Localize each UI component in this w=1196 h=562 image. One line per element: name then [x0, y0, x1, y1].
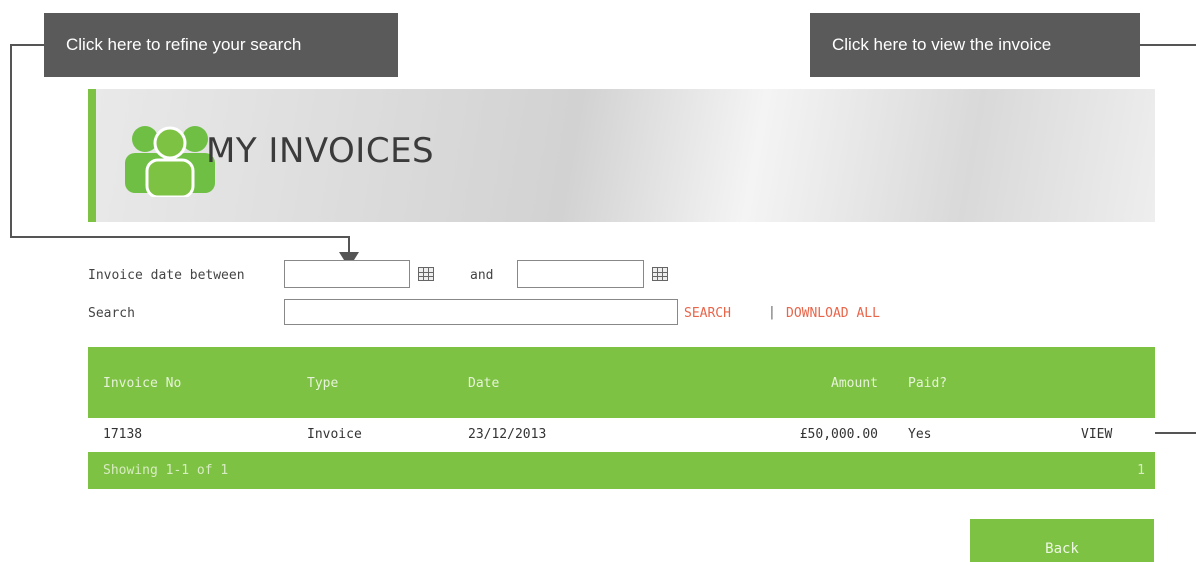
- invoice-table-header: Invoice No Type Date Amount Paid?: [88, 347, 1155, 418]
- column-header-amount[interactable]: Amount: [831, 376, 878, 391]
- date-to-input[interactable]: [517, 260, 644, 288]
- paid-cell: Yes: [908, 427, 932, 442]
- invoice-date-label: Invoice date between: [88, 268, 245, 283]
- page-number[interactable]: 1: [1137, 463, 1145, 478]
- connector-right-top: [1140, 44, 1196, 46]
- back-button[interactable]: Back: [970, 519, 1154, 562]
- column-header-date[interactable]: Date: [468, 376, 499, 391]
- column-header-paid[interactable]: Paid?: [908, 376, 947, 391]
- callout-view-invoice-text: Click here to view the invoice: [832, 35, 1052, 54]
- connector-left-vertical: [10, 44, 12, 238]
- showing-count: Showing 1-1 of 1: [103, 463, 229, 478]
- view-invoice-link[interactable]: VIEW: [1081, 427, 1112, 442]
- table-footer: Showing 1-1 of 1 1: [88, 452, 1155, 489]
- and-label: and: [470, 268, 494, 283]
- search-input[interactable]: [284, 299, 678, 325]
- invoice-no-cell: 17138: [103, 427, 143, 442]
- column-header-type[interactable]: Type: [307, 376, 338, 391]
- connector-left-top: [10, 44, 44, 46]
- type-cell: Invoice: [307, 427, 362, 442]
- date-from-input[interactable]: [284, 260, 410, 288]
- callout-refine-search: Click here to refine your search: [44, 13, 398, 77]
- calendar-icon[interactable]: [418, 267, 434, 281]
- date-cell: 23/12/2013: [468, 427, 547, 442]
- link-separator: |: [768, 305, 776, 320]
- table-row: 17138 Invoice 23/12/2013 £50,000.00 Yes …: [88, 418, 1155, 452]
- connector-left-bottom: [10, 236, 350, 238]
- search-link[interactable]: SEARCH: [684, 306, 731, 321]
- callout-view-invoice: Click here to view the invoice: [810, 13, 1140, 77]
- download-all-link[interactable]: DOWNLOAD ALL: [786, 306, 880, 321]
- search-label: Search: [88, 306, 135, 321]
- callout-refine-search-text: Click here to refine your search: [66, 35, 302, 54]
- calendar-icon[interactable]: [652, 267, 668, 281]
- amount-cell: £50,000.00: [799, 427, 878, 442]
- page-title: MY INVOICES: [206, 131, 435, 171]
- column-header-invoice-no[interactable]: Invoice No: [103, 376, 181, 391]
